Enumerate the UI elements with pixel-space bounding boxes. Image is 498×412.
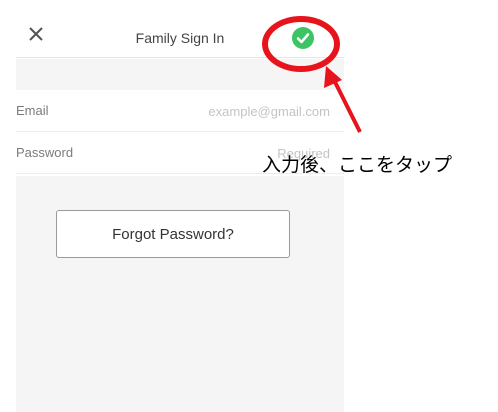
checkmark-icon [296,33,310,44]
password-label: Password [16,145,74,160]
lower-area: Forgot Password? [16,176,344,412]
section-gap [16,59,344,90]
navbar: Family Sign In [16,0,344,58]
forgot-password-button[interactable]: Forgot Password? [56,210,290,258]
sign-in-screen: Family Sign In Email Password Forgot Pas… [16,0,344,412]
email-label: Email [16,103,49,118]
email-row: Email [16,90,344,132]
email-field[interactable] [130,100,330,122]
confirm-button[interactable] [292,27,314,49]
annotation-text: 入力後、ここをタップ [262,155,453,176]
